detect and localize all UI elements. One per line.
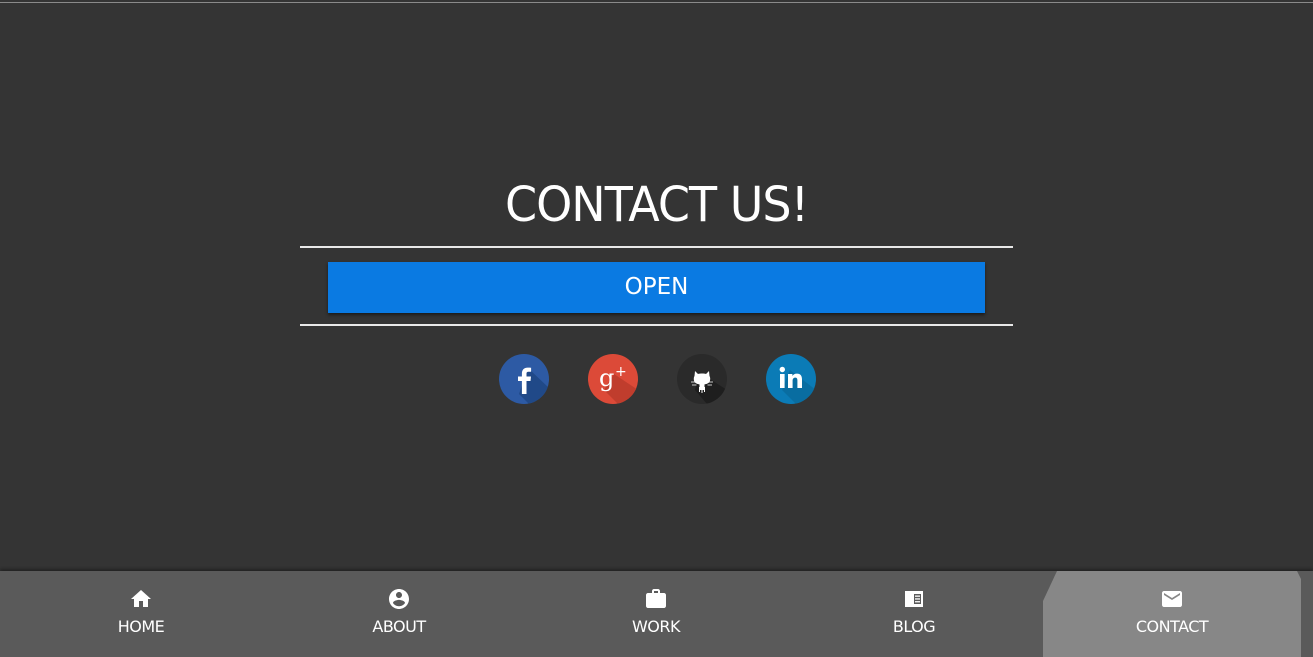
mail-icon xyxy=(1162,591,1182,607)
nav-item-work[interactable]: WORK xyxy=(527,571,785,657)
facebook-link[interactable] xyxy=(499,354,549,404)
home-icon xyxy=(131,590,151,607)
linkedin-link[interactable] xyxy=(766,354,816,404)
nav-label-about: ABOUT xyxy=(372,617,426,636)
svg-text:+: + xyxy=(615,364,627,380)
github-link[interactable] xyxy=(677,354,727,404)
top-divider xyxy=(0,2,1313,3)
title-divider xyxy=(300,246,1013,248)
nav-item-contact[interactable]: CONTACT xyxy=(1043,571,1301,657)
nav-label-blog: BLOG xyxy=(892,617,936,636)
google-plus-icon: g + xyxy=(599,364,638,404)
nav-label-work: WORK xyxy=(631,617,681,636)
nav-label-home: HOME xyxy=(117,617,165,636)
nav-item-blog[interactable]: BLOG xyxy=(785,571,1043,657)
bottom-navigation: HOME ABOUT WORK BLOG CONTACT xyxy=(0,571,1313,657)
page-title: CONTACT US! xyxy=(504,175,809,233)
account-circle-icon xyxy=(389,589,409,609)
briefcase-icon xyxy=(646,589,666,608)
nav-item-home[interactable]: HOME xyxy=(12,571,270,657)
page: CONTACT US! OPEN g + HOME ABOUT WORK BLO… xyxy=(0,0,1313,657)
svg-text:g: g xyxy=(599,364,614,392)
nav-item-about[interactable]: ABOUT xyxy=(270,571,528,657)
google-plus-link[interactable]: g + xyxy=(588,354,638,404)
contact-section: CONTACT US! OPEN g + xyxy=(300,170,1013,404)
social-links: g + xyxy=(300,354,1013,404)
open-button[interactable]: OPEN xyxy=(328,262,985,313)
github-icon xyxy=(691,371,727,404)
nav-label-contact: CONTACT xyxy=(1135,617,1209,636)
button-divider xyxy=(300,324,1013,326)
article-icon xyxy=(905,591,923,607)
facebook-icon xyxy=(518,367,549,404)
linkedin-icon xyxy=(779,366,816,404)
